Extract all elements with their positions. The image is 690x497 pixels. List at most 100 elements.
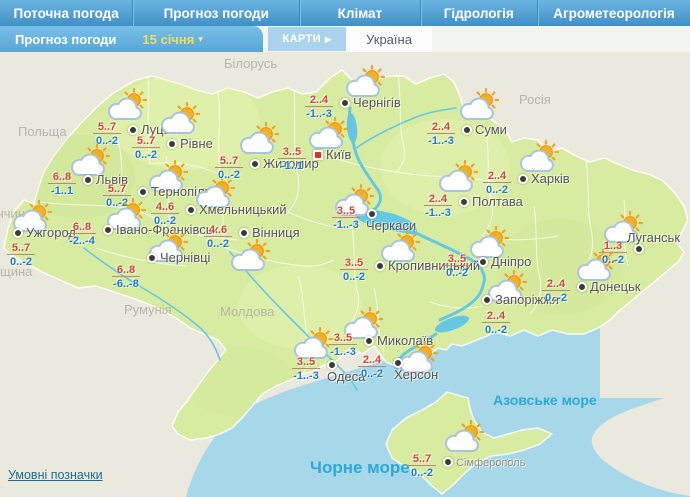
- maps-button[interactable]: КАРТИ ▶: [268, 27, 346, 51]
- day-temp: 5..7: [408, 453, 436, 466]
- legend-link[interactable]: Умовні позначки: [8, 468, 103, 482]
- city-label: Луганськ: [627, 230, 681, 245]
- city-label: Київ: [326, 147, 352, 162]
- night-temp: 0..-2: [9, 256, 32, 268]
- city-label: Рівне: [180, 136, 213, 151]
- day-temp: 2..4: [483, 170, 511, 183]
- tab-ukraine[interactable]: Україна: [346, 26, 432, 52]
- city-marker: [634, 244, 644, 254]
- sun-cloud-icon: [160, 102, 201, 135]
- day-temp: 6..8: [68, 221, 96, 234]
- nav-tab-climate[interactable]: Клімат: [299, 0, 419, 26]
- day-temp: 5..7: [215, 155, 243, 168]
- night-temp: -1..-3: [425, 207, 451, 219]
- temperature: 2..4 -1..-3: [302, 94, 336, 120]
- city-marker: [147, 253, 157, 263]
- nav-tab-hydrology[interactable]: Гідрологія: [419, 0, 537, 26]
- nav-tab-current-weather[interactable]: Поточна погода: [0, 0, 132, 26]
- date-selector[interactable]: 15 січня: [142, 32, 194, 47]
- city-label: Херсон: [394, 367, 439, 382]
- temperature: 2..4 -1..-3: [421, 193, 455, 219]
- city-marker: [250, 159, 260, 169]
- nav-tab-forecast[interactable]: Прогноз погоди: [132, 0, 299, 26]
- city-label: Полтава: [472, 194, 523, 209]
- day-temp: 5..7: [93, 121, 121, 134]
- kyiv-marker: [313, 150, 323, 160]
- sun-cloud-icon: [308, 117, 349, 150]
- city-label: Хмельницький: [199, 202, 287, 217]
- night-temp: 0..-2: [217, 169, 240, 181]
- sun-cloud-icon: [519, 140, 560, 173]
- day-temp: 3..5: [332, 205, 360, 218]
- night-temp: -1..1: [50, 185, 73, 197]
- main-nav: Поточна погода Прогноз погоди Клімат Гід…: [0, 0, 690, 26]
- night-temp: -6..-8: [113, 278, 139, 290]
- night-temp: 0..-2: [360, 368, 383, 380]
- day-temp: 6..8: [48, 171, 76, 184]
- city-marker: [462, 125, 472, 135]
- temperature: 2..4 0..-2: [355, 354, 389, 380]
- country-label-belarus: Білорусь: [224, 56, 278, 71]
- day-temp: 2..4: [305, 94, 333, 107]
- temperature: 3..5 -1..-3: [289, 356, 323, 382]
- temperature: 4..6 0..-2: [148, 201, 182, 227]
- sub-nav: Прогноз погоди 15 січня ▾ КАРТИ ▶ Україн…: [0, 26, 690, 52]
- night-temp: 0..-2: [484, 324, 507, 336]
- night-temp: 0..-2: [342, 271, 365, 283]
- night-temp: 0..-2: [206, 238, 229, 250]
- sun-cloud-icon: [438, 160, 479, 193]
- night-temp: -1..-3: [333, 219, 359, 231]
- nav-tab-agrometeorology[interactable]: Агрометеорологія: [536, 0, 690, 26]
- day-temp: 4..6: [151, 201, 179, 214]
- country-label-poland: Польща: [18, 124, 67, 139]
- temperature: 3..5 -1..1: [275, 146, 309, 172]
- temperature: 2..4 -1..-3: [424, 121, 458, 147]
- city-marker: [482, 295, 492, 305]
- temperature: 5..7 0..-2: [405, 453, 439, 479]
- maps-button-label: КАРТИ: [282, 33, 321, 45]
- day-temp: 2..4: [424, 193, 452, 206]
- temperature: 2..4 0..-2: [480, 170, 514, 196]
- forecast-map: Польща Білорусь Росія Румунія Молдова чч…: [0, 52, 690, 497]
- temperature: 6..8 -1..1: [45, 171, 79, 197]
- country-label-romania: Румунія: [124, 302, 172, 317]
- sun-cloud-icon: [459, 88, 500, 121]
- night-temp: 0..-2: [410, 467, 433, 479]
- day-temp: 5..7: [103, 183, 131, 196]
- city-label: Донецьк: [590, 279, 641, 294]
- temperature: 6..8 -6..-8: [109, 264, 143, 290]
- day-temp: 2..4: [482, 310, 510, 323]
- city-marker: [375, 261, 385, 271]
- city-marker: [103, 225, 113, 235]
- sun-cloud-icon: [444, 420, 485, 453]
- city-label: Дніпро: [491, 254, 532, 269]
- city-marker: [364, 336, 374, 346]
- sea-label-azov: Азовське море: [493, 392, 597, 408]
- day-temp: 5..7: [132, 135, 160, 148]
- city-label: Чернігів: [353, 95, 401, 110]
- night-temp: -1..-3: [306, 108, 332, 120]
- city-marker: [577, 282, 587, 292]
- city-marker: [186, 205, 196, 215]
- temperature: 5..7 0..-2: [212, 155, 246, 181]
- city-marker: [459, 197, 469, 207]
- temperature: 2..4 0..-2: [539, 278, 573, 304]
- night-temp: 0..-2: [544, 292, 567, 304]
- city-label: Вінниця: [252, 225, 300, 240]
- chevron-down-icon[interactable]: ▾: [198, 34, 203, 45]
- temperature: 3..5 0..-2: [440, 253, 474, 279]
- temperature: 3..5 0..-2: [337, 257, 371, 283]
- day-temp: 3..5: [340, 257, 368, 270]
- night-temp: -1..-3: [293, 370, 319, 382]
- city-marker: [83, 175, 93, 185]
- city-marker: [239, 228, 249, 238]
- night-temp: -1..1: [280, 160, 303, 172]
- sun-cloud-icon: [107, 88, 148, 121]
- night-temp: 0..-2: [601, 254, 624, 266]
- temperature: 1..3 0..-2: [596, 240, 630, 266]
- day-temp: 3..5: [292, 356, 320, 369]
- forecast-section-tab: Прогноз погоди 15 січня ▾: [0, 26, 263, 52]
- sun-cloud-icon: [230, 239, 271, 272]
- city-label: Суми: [475, 122, 507, 137]
- city-label: Харків: [531, 171, 570, 186]
